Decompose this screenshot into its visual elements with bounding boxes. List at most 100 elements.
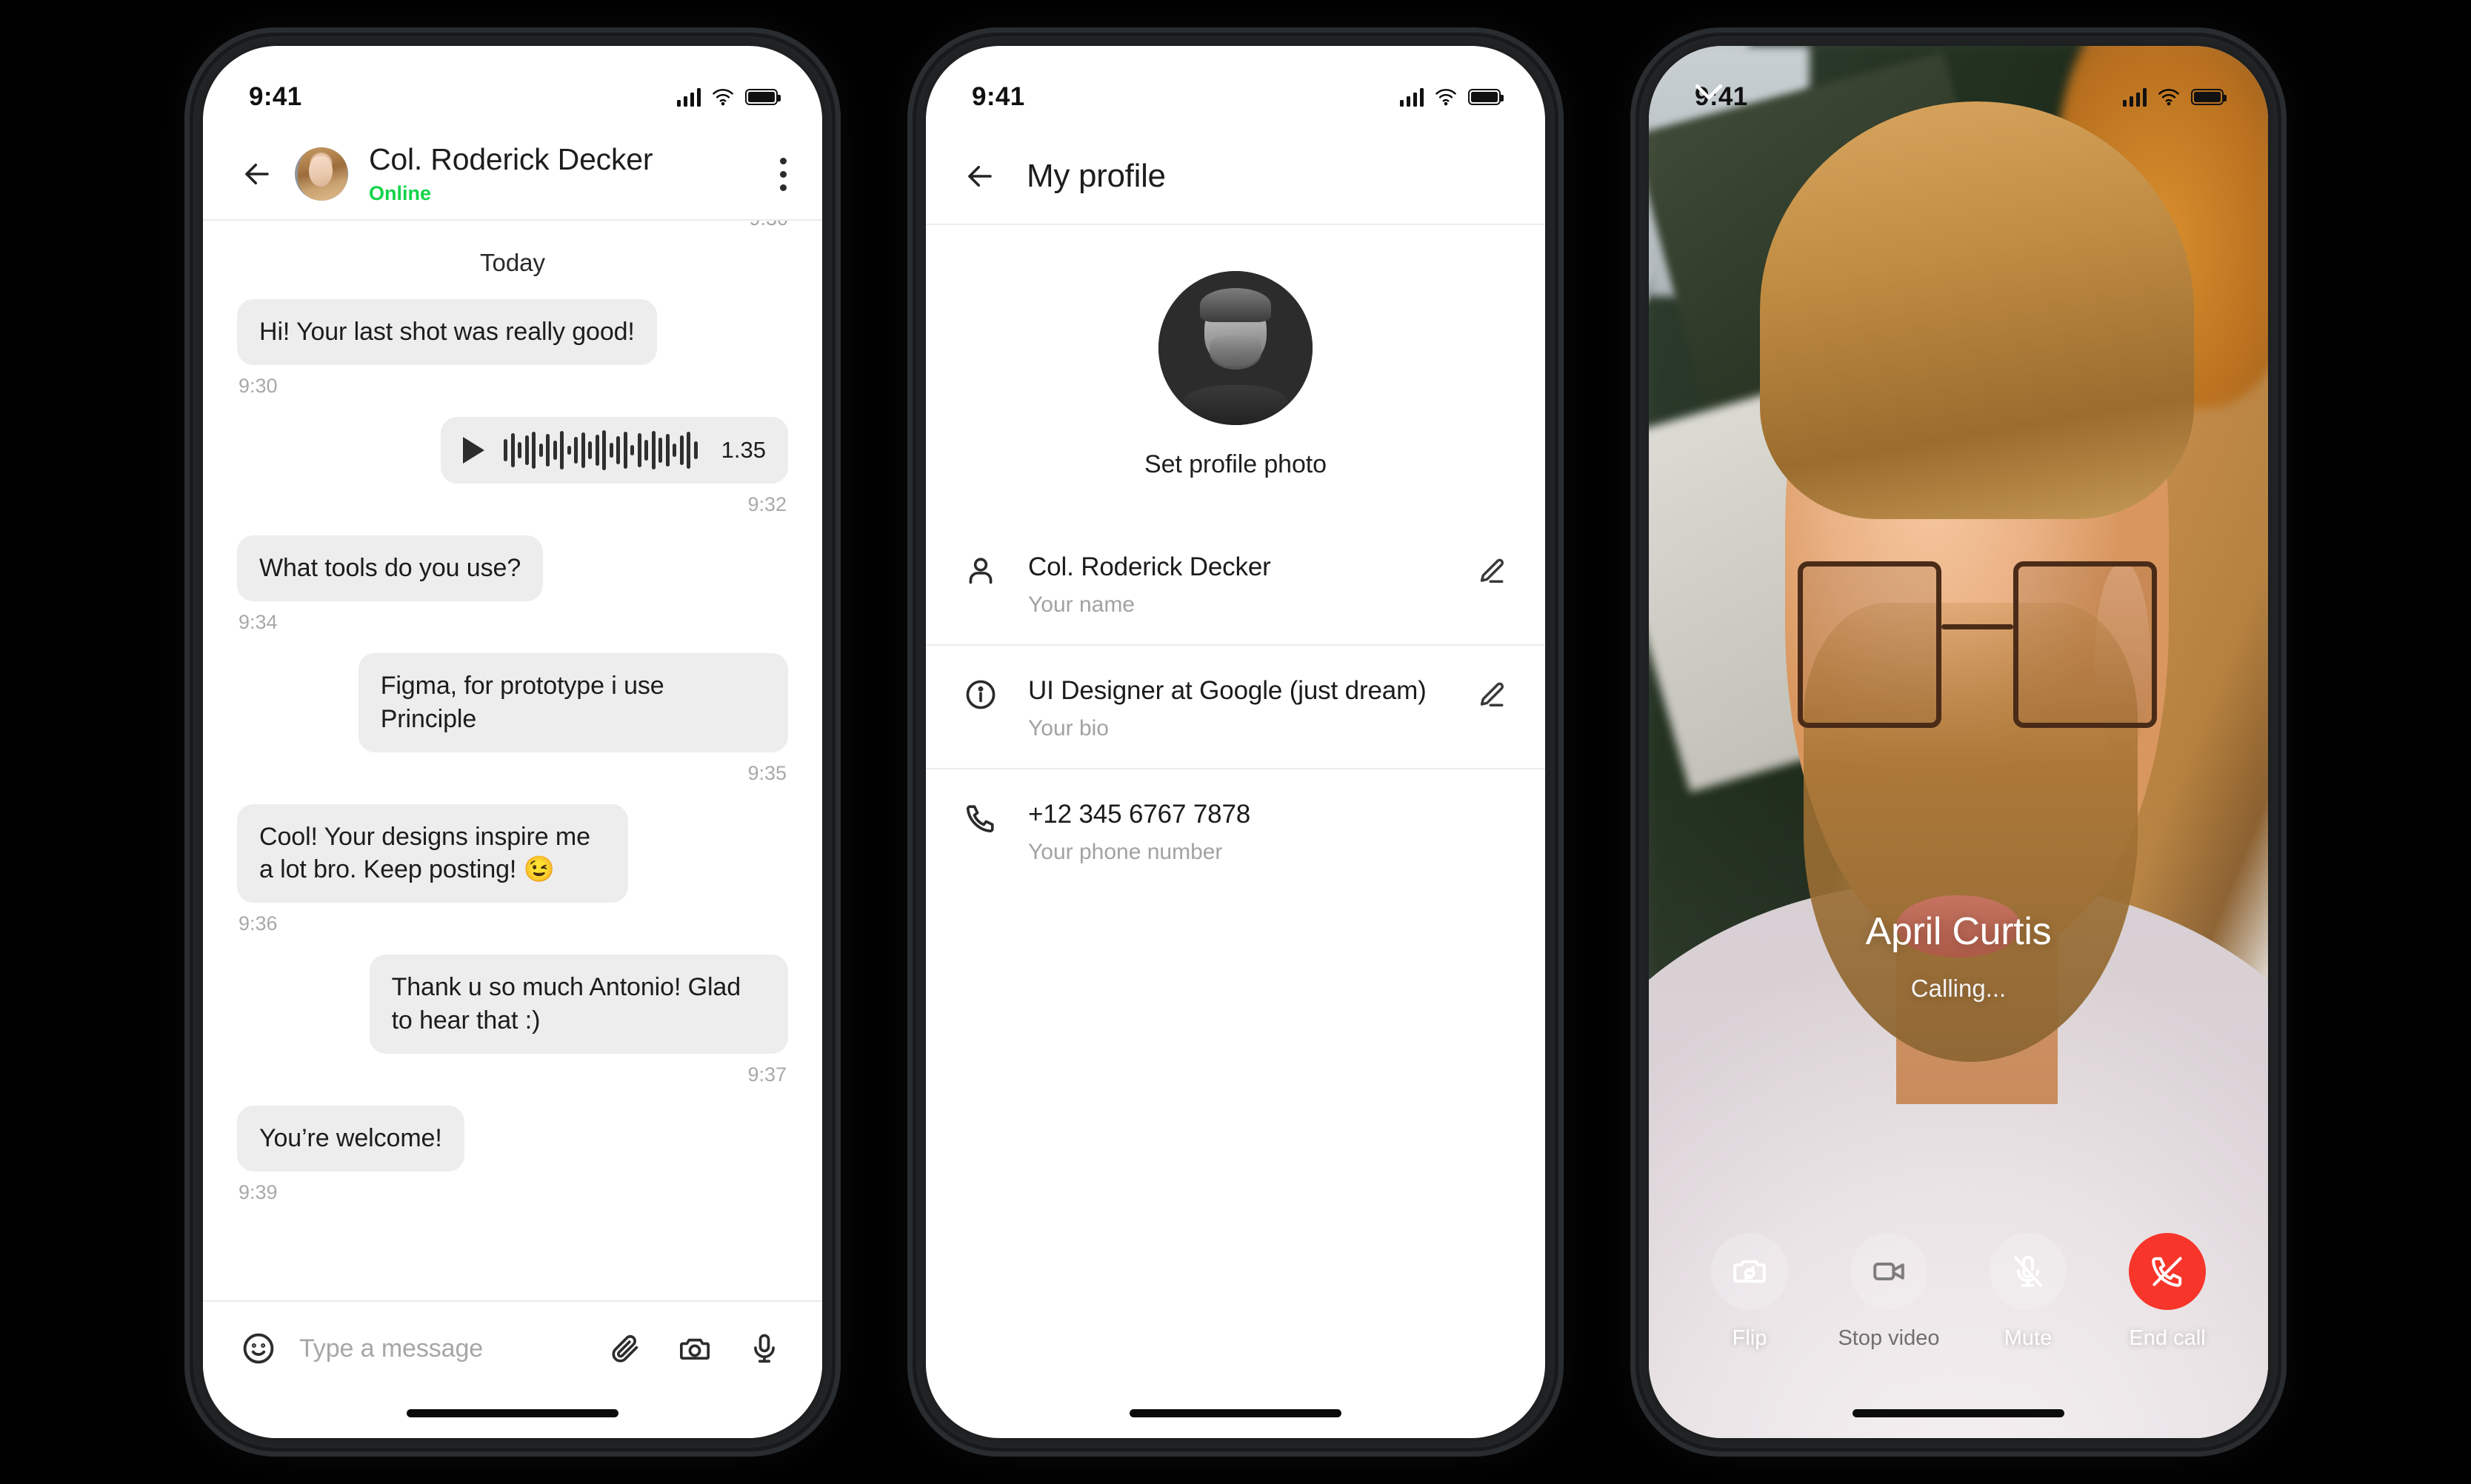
profile-name-value: Col. Roderick Decker: [1028, 552, 1271, 581]
message-timestamp: 9:30: [239, 374, 278, 397]
phone-icon: [966, 805, 994, 833]
message-row: Hi! Your last shot was really good! 9:30: [237, 299, 788, 414]
mute-disc[interactable]: [1990, 1233, 2067, 1310]
battery-icon: [745, 89, 781, 105]
camera-flip-icon: [1733, 1260, 1766, 1283]
flip-camera-label: Flip: [1732, 1326, 1767, 1350]
cellular-signal-icon: [2122, 87, 2147, 107]
phone-call: 9:41 April Curtis Calling... Flip Stop v…: [1635, 33, 2281, 1451]
status-time: 9:41: [249, 82, 302, 111]
row-text: UI Designer at Google (just dream) Your …: [1028, 675, 1444, 741]
wifi-icon: [713, 89, 733, 106]
home-indicator: [1853, 1409, 2064, 1417]
mute-button[interactable]: Mute: [1973, 1233, 2084, 1351]
message-bubble[interactable]: Hi! Your last shot was really good!: [237, 299, 657, 365]
battery-icon: [2191, 89, 2227, 105]
back-arrow-icon[interactable]: [964, 161, 996, 192]
call-info: April Curtis Calling...: [1649, 909, 2268, 1003]
kebab-menu-icon[interactable]: [779, 157, 787, 191]
message-row: Figma, for prototype i use Principle 9:3…: [237, 652, 788, 801]
message-timestamp: 9:32: [747, 492, 787, 515]
day-divider: Today: [479, 249, 546, 276]
message-timestamp: 9:36: [239, 912, 278, 935]
call-status: Calling...: [1910, 974, 2007, 1002]
voice-duration: 1.35: [721, 436, 766, 463]
stop-video-button[interactable]: Stop video: [1833, 1233, 1944, 1351]
camera-icon[interactable]: [678, 1332, 711, 1365]
profile-bio-value: UI Designer at Google (just dream): [1028, 676, 1427, 705]
pencil-icon[interactable]: [1475, 556, 1507, 587]
profile-row-name[interactable]: Col. Roderick Decker Your name: [926, 522, 1545, 646]
profile-phone-label: Your phone number: [1028, 840, 1223, 864]
end-call-disc[interactable]: [2129, 1233, 2206, 1310]
profile-row-phone[interactable]: +12 345 6767 7878 Your phone number: [926, 769, 1545, 892]
end-call-button[interactable]: End call: [2112, 1233, 2223, 1351]
status-indicators: [2122, 87, 2227, 107]
call-controls: Flip Stop video Mute End call: [1649, 1233, 2268, 1351]
profile-name-label: Your name: [1028, 592, 1135, 617]
message-bubble[interactable]: Cool! Your designs inspire me a lot bro.…: [237, 803, 629, 903]
message-row: What tools do you use? 9:34: [237, 535, 788, 650]
end-call-label: End call: [2129, 1326, 2206, 1350]
phone-chat: 9:41 Col. Roderick Decker Online Today H…: [190, 33, 836, 1451]
info-icon: [966, 680, 996, 709]
status-bar: 9:41: [926, 46, 1545, 129]
profile-fields-list: Col. Roderick Decker Your name UI Design…: [926, 522, 1545, 892]
call-screen: 9:41 April Curtis Calling... Flip Stop v…: [1649, 46, 2268, 1438]
video-camera-icon: [1873, 1263, 1904, 1280]
chevron-down-icon[interactable]: [1689, 71, 1729, 111]
status-indicators: [676, 87, 781, 107]
chat-message-list[interactable]: 9:30 Today Hi! Your last shot was really…: [203, 221, 822, 1300]
flip-camera-disc[interactable]: [1711, 1233, 1788, 1310]
profile-row-bio[interactable]: UI Designer at Google (just dream) Your …: [926, 646, 1545, 769]
composer-tools: [609, 1332, 781, 1365]
microphone-off-icon: [2014, 1255, 2042, 1287]
chat-header: Col. Roderick Decker Online: [203, 129, 822, 221]
set-profile-photo-button[interactable]: Set profile photo: [926, 450, 1545, 479]
message-timestamp: 9:34: [239, 610, 278, 633]
cellular-signal-icon: [1399, 87, 1424, 107]
row-text: +12 345 6767 7878 Your phone number: [1028, 799, 1507, 865]
caller-name: April Curtis: [1865, 909, 2052, 953]
message-row: 1.35 9:32: [237, 416, 788, 532]
profile-bio-label: Your bio: [1028, 716, 1109, 741]
pencil-icon[interactable]: [1475, 680, 1507, 711]
message-row: Cool! Your designs inspire me a lot bro.…: [237, 803, 788, 952]
page-title: My profile: [1027, 158, 1166, 194]
phone-hangup-icon: [2152, 1257, 2182, 1287]
profile-screen: 9:41 My profile Set profile photo Col. R…: [926, 46, 1545, 1438]
message-composer: Type a message: [203, 1300, 822, 1438]
status-bar: 9:41: [1649, 46, 2268, 129]
message-timestamp: 9:39: [239, 1180, 278, 1203]
status-time: 9:41: [972, 82, 1025, 111]
home-indicator: [407, 1409, 618, 1417]
profile-phone-value: +12 345 6767 7878: [1028, 800, 1251, 829]
message-timestamp: 9:37: [747, 1063, 787, 1086]
contact-avatar[interactable]: [295, 147, 348, 201]
home-indicator: [1130, 1409, 1341, 1417]
message-bubble[interactable]: Thank u so much Antonio! Glad to hear th…: [369, 955, 788, 1054]
paperclip-icon[interactable]: [609, 1332, 641, 1365]
status-indicators: [1399, 87, 1504, 107]
message-row: Thank u so much Antonio! Glad to hear th…: [237, 955, 788, 1103]
stop-video-disc[interactable]: [1850, 1233, 1927, 1310]
stop-video-label: Stop video: [1838, 1326, 1940, 1350]
back-arrow-icon[interactable]: [241, 158, 273, 190]
message-row: You’re welcome! 9:39: [237, 1106, 788, 1220]
voice-message-bubble[interactable]: 1.35: [441, 416, 788, 484]
waveform: [504, 430, 698, 470]
message-bubble[interactable]: What tools do you use?: [237, 535, 544, 601]
chat-screen: 9:41 Col. Roderick Decker Online Today H…: [203, 46, 822, 1438]
profile-header: My profile: [926, 129, 1545, 225]
wifi-icon: [2158, 89, 2179, 106]
message-input[interactable]: Type a message: [299, 1334, 609, 1363]
flip-camera-button[interactable]: Flip: [1694, 1233, 1805, 1351]
avatar[interactable]: [1158, 271, 1313, 425]
person-icon: [969, 558, 993, 584]
message-bubble[interactable]: Figma, for prototype i use Principle: [358, 652, 788, 752]
smiley-icon[interactable]: [241, 1331, 276, 1366]
play-icon[interactable]: [463, 436, 485, 464]
microphone-icon[interactable]: [748, 1332, 781, 1365]
message-bubble[interactable]: You’re welcome!: [237, 1106, 464, 1172]
mute-label: Mute: [2004, 1326, 2053, 1350]
